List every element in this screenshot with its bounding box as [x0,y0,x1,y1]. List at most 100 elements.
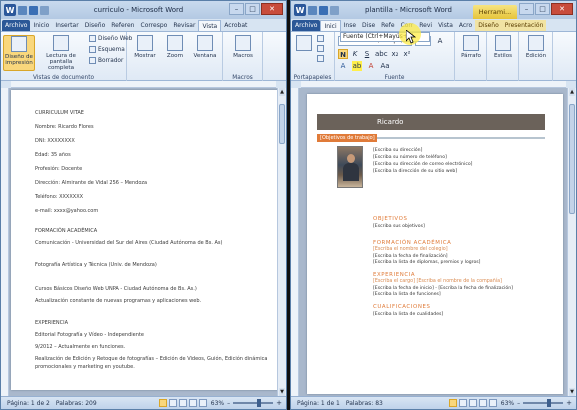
zoom-slider-knob[interactable] [547,399,552,407]
zoom-in-icon[interactable]: + [566,399,572,407]
italic-icon[interactable]: K [350,49,360,59]
maximize-icon[interactable]: □ [535,3,550,15]
reading-view-icon[interactable] [458,399,467,407]
copy-button[interactable] [317,45,324,52]
strikethrough-icon[interactable]: abc [375,49,388,59]
editing-button[interactable]: Edición [521,35,551,71]
scroll-thumb[interactable] [569,104,575,214]
horizontal-ruler[interactable] [11,81,276,88]
zoom-slider[interactable] [523,399,564,407]
tab-referencias[interactable]: Refe [378,20,397,31]
tab-revisar[interactable]: Revisar [170,20,198,31]
profile-photo[interactable] [337,146,363,188]
print-layout-button[interactable]: Diseño de impresión [3,35,35,71]
experience-line[interactable]: [Escriba la lista de funciones] [373,292,441,297]
scroll-down-icon[interactable]: ▼ [279,388,285,396]
tab-vista[interactable]: Vista [435,20,456,31]
word-count[interactable]: Palabras: 83 [346,400,383,407]
web-layout-button[interactable]: Diseño Web [89,35,132,42]
close-icon[interactable]: ✕ [551,3,573,15]
tab-acrobat[interactable]: Acro [456,20,475,31]
page-count[interactable]: Página: 1 de 1 [297,400,340,407]
contact-line[interactable]: [Escriba la dirección de su sitio web] [373,169,457,174]
skills-text[interactable]: [Escriba la lista de cualidades] [373,312,443,317]
document-page[interactable]: Ricardo [Objetivos de trabajo] [Escriba … [307,94,563,394]
paste-button[interactable] [293,35,315,71]
redo-icon[interactable] [40,5,49,15]
save-icon[interactable] [308,5,317,15]
close-icon[interactable]: ✕ [261,3,283,15]
contact-line[interactable]: [Escriba su dirección] [373,148,422,153]
tab-archivo[interactable]: Archivo [2,20,31,31]
zoom-slider-knob[interactable] [257,399,262,407]
tab-table-layout[interactable]: Presentación [501,20,547,31]
zoom-level[interactable]: 63% [211,400,224,407]
save-icon[interactable] [18,5,27,15]
scroll-thumb[interactable] [279,104,285,144]
undo-icon[interactable] [319,5,328,15]
contact-line[interactable]: [Escriba su dirección de correo electrón… [373,162,472,167]
vertical-ruler[interactable] [1,88,9,396]
web-view-icon[interactable] [468,399,477,407]
format-painter-button[interactable] [317,55,324,62]
tab-inicio[interactable]: Inicio [30,20,52,31]
tab-acrobat[interactable]: Acrobat [221,20,250,31]
tab-inicio[interactable]: Inici [320,20,341,31]
reading-view-icon[interactable] [168,399,177,407]
tab-archivo[interactable]: Archivo [292,20,321,31]
outline-button[interactable]: Esquema [89,46,125,53]
objective-text[interactable]: [Escriba sus objetivos] [373,224,425,229]
minimize-icon[interactable]: – [519,3,534,15]
title-bar[interactable]: W curriculo - Microsoft Word – □ ✕ [1,1,286,19]
vertical-scrollbar[interactable]: ▲ ▼ [567,88,576,396]
paragraph-button[interactable]: Párrafo [457,35,485,71]
underline-icon[interactable]: S [362,49,372,59]
subscript-icon[interactable]: x₂ [390,49,400,59]
education-line[interactable]: [Escriba la fecha de finalización] [373,254,448,259]
draft-view-icon[interactable] [488,399,497,407]
document-page[interactable]: CURRICULUM VITAE Nombre: Ricardo Flores … [11,90,277,390]
horizontal-ruler[interactable] [301,81,566,88]
contact-line[interactable]: [Escriba su número de teléfono] [373,155,447,160]
draft-view-icon[interactable] [198,399,207,407]
cut-button[interactable] [317,35,324,42]
font-color-icon[interactable]: A [366,61,376,71]
education-school[interactable]: [Escriba el nombre del colegio] [373,247,448,252]
contextual-tab-header[interactable]: Herrami... [473,5,517,19]
page-count[interactable]: Página: 1 de 2 [7,400,50,407]
print-layout-view-icon[interactable] [448,399,457,407]
bold-icon[interactable]: N [338,49,348,59]
maximize-icon[interactable]: □ [245,3,260,15]
experience-role[interactable]: [Escriba el cargo] [Escriba el nombre de… [373,279,502,284]
full-screen-reading-button[interactable]: Lectura de pantalla completa [39,35,83,71]
zoom-out-icon[interactable]: – [517,400,520,407]
grow-font-icon[interactable]: A [435,36,445,46]
minimize-icon[interactable]: – [229,3,244,15]
tab-table-design[interactable]: Diseño [475,20,502,31]
outline-view-icon[interactable] [478,399,487,407]
zoom-in-icon[interactable]: + [276,399,282,407]
word-logo-icon[interactable]: W [294,4,306,16]
vertical-scrollbar[interactable]: ▲ ▼ [277,88,286,396]
education-line[interactable]: [Escriba la lista de diplomas, premios y… [373,260,480,265]
superscript-icon[interactable]: x² [402,49,412,59]
show-button[interactable]: Mostrar [129,35,161,71]
tab-vista[interactable]: Vista [198,20,222,31]
web-view-icon[interactable] [178,399,187,407]
tab-insertar[interactable]: Inse [341,20,359,31]
redo-icon[interactable] [330,5,339,15]
text-effects-icon[interactable]: A [338,61,348,71]
scroll-up-icon[interactable]: ▲ [569,88,575,96]
scroll-down-icon[interactable]: ▼ [569,388,575,396]
tab-referencias[interactable]: Referen [108,20,137,31]
tab-correspondencia[interactable]: Correspo [138,20,171,31]
highlight-icon[interactable]: ab [352,61,362,71]
print-layout-view-icon[interactable] [158,399,167,407]
macros-button[interactable]: Macros [227,35,259,71]
word-count[interactable]: Palabras: 209 [56,400,97,407]
vertical-ruler[interactable] [291,88,299,396]
title-bar[interactable]: W plantilla - Microsoft Word Herrami... … [291,1,576,19]
scroll-up-icon[interactable]: ▲ [279,88,285,96]
undo-icon[interactable] [29,5,38,15]
word-logo-icon[interactable]: W [4,4,16,16]
